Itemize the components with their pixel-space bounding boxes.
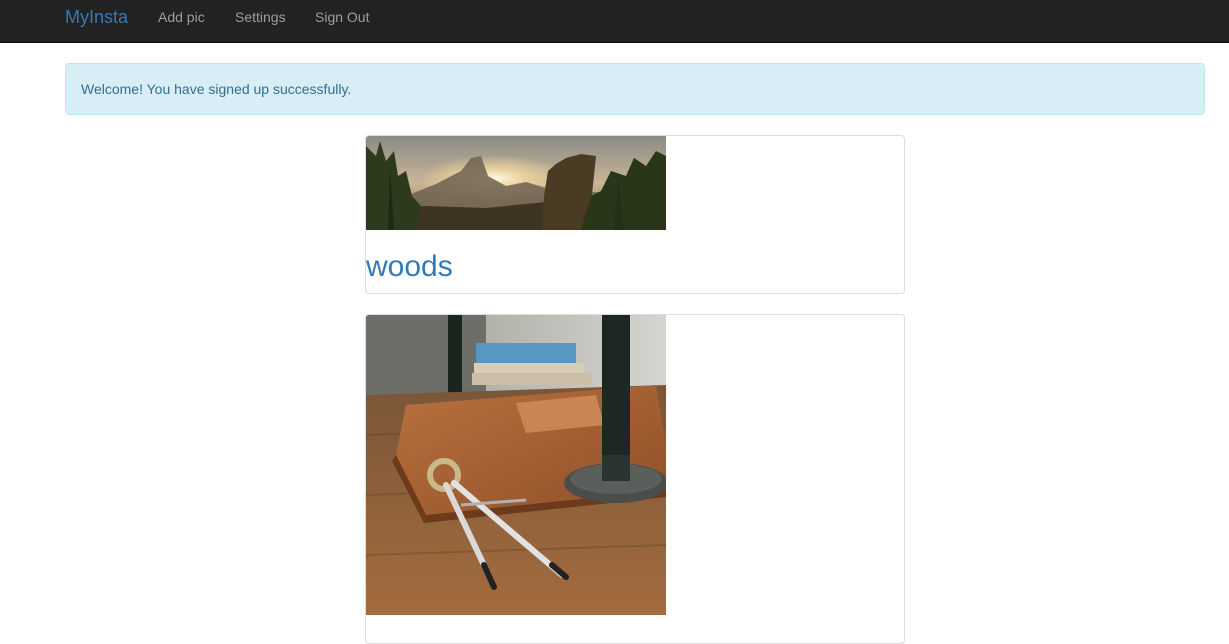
flash-message: Welcome! You have signed up successfully… — [81, 81, 352, 97]
nav-settings-link[interactable]: Settings — [235, 9, 286, 25]
post-card: woods — [365, 135, 905, 294]
flash-alert: Welcome! You have signed up successfully… — [65, 63, 1205, 115]
nav-add-pic-link[interactable]: Add pic — [158, 9, 205, 25]
brand-link[interactable]: MyInsta — [65, 7, 128, 28]
top-navbar: MyInsta Add pic Settings Sign Out — [0, 0, 1229, 43]
post-caption-link[interactable]: woods — [366, 248, 453, 286]
nav-sign-out-link[interactable]: Sign Out — [315, 9, 369, 25]
post-card — [365, 314, 905, 644]
post-image-desk[interactable] — [366, 315, 666, 615]
post-image-woods[interactable] — [366, 136, 666, 230]
